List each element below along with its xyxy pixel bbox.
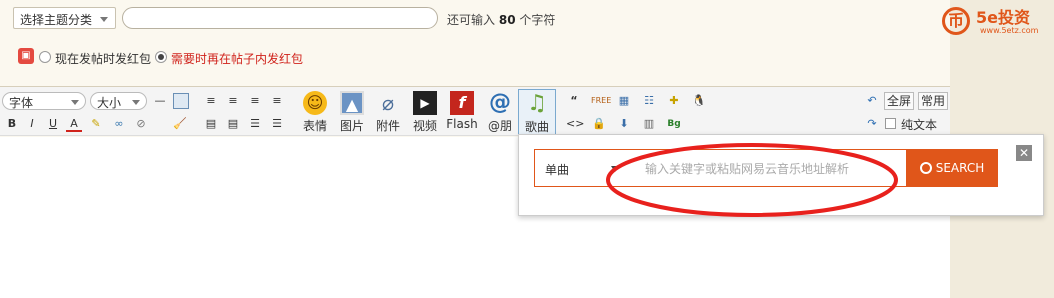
mention-button[interactable]: @ @朋 <box>484 89 516 135</box>
font-size-label: 大小 <box>97 96 122 110</box>
remain-suffix: 个字符 <box>519 13 556 27</box>
editor-toolbar: 字体 大小 — B I U A ✎ ∞ ⊘ 🧹 ≡ ≡ ≡ ≡ ▤ ▤ ☰ ☰ … <box>0 87 950 136</box>
video-label: 视频 <box>412 119 437 133</box>
free-icon[interactable]: FREE <box>591 93 611 109</box>
image-button[interactable]: ▲ 图片 <box>336 89 368 135</box>
common-button[interactable]: 常用 <box>918 92 949 110</box>
qq-icon[interactable]: 🐧 <box>691 93 707 109</box>
music-type-label: 单曲 <box>545 163 570 177</box>
index-icon[interactable]: ▥ <box>641 116 657 132</box>
video-button[interactable]: ▶ 视频 <box>409 89 441 135</box>
clapperboard-icon: ▶ <box>413 91 437 115</box>
undo-icon[interactable]: ↶ <box>864 93 880 109</box>
link-icon[interactable]: ∞ <box>111 116 127 132</box>
highlight-icon[interactable]: ✎ <box>88 116 104 132</box>
float-right-icon[interactable]: ▤ <box>225 116 241 132</box>
table-icon[interactable] <box>173 93 189 109</box>
subject-category-select[interactable]: 选择主题分类 <box>13 7 116 29</box>
underline-button[interactable]: U <box>45 116 61 132</box>
redpack-now-radio[interactable] <box>39 51 51 63</box>
horizontal-rule-icon[interactable]: — <box>152 93 168 109</box>
paperclip-icon: ⌀ <box>381 91 395 115</box>
font-size-select[interactable]: 大小 <box>90 92 147 110</box>
align-justify-icon[interactable]: ≡ <box>269 93 285 109</box>
image-icon: ▲ <box>340 91 364 115</box>
search-icon <box>919 162 932 174</box>
font-family-label: 字体 <box>9 96 34 110</box>
image-label: 图片 <box>339 119 364 133</box>
clear-format-icon[interactable]: 🧹 <box>172 116 188 132</box>
attachment-label: 附件 <box>375 119 400 133</box>
float-left-icon[interactable]: ▤ <box>203 116 219 132</box>
emoji-button[interactable]: ☺ 表情 <box>299 89 331 135</box>
bold-button[interactable]: B <box>4 116 20 132</box>
redpack-later-label: 需要时再在帖子内发红包 <box>171 52 304 66</box>
split-page-icon[interactable]: ☷ <box>641 93 657 109</box>
redpack-now-label: 现在发帖时发红包 <box>55 52 152 66</box>
chevron-down-icon <box>100 17 108 22</box>
close-icon[interactable]: ✕ <box>1016 145 1032 161</box>
align-right-icon[interactable]: ≡ <box>247 93 263 109</box>
annotation-ellipse <box>606 143 898 217</box>
plaintext-label: 纯文本 <box>901 118 938 132</box>
quote-icon[interactable]: “ <box>566 93 582 109</box>
remain-count: 80 <box>498 13 516 27</box>
flash-label: Flash <box>446 117 478 131</box>
align-left-icon[interactable]: ≡ <box>203 93 219 109</box>
font-family-select[interactable]: 字体 <box>2 92 86 110</box>
font-color-button[interactable]: A <box>66 116 82 132</box>
music-button[interactable]: ♫ 歌曲 <box>518 89 556 135</box>
remain-counter: 还可输入 80 个字符 <box>447 11 555 28</box>
logo-site: www.5etz.com <box>980 26 1039 35</box>
code-icon[interactable]: <> <box>566 116 584 132</box>
red-packet-icon: ▣ <box>18 48 34 64</box>
smiley-icon: ☺ <box>303 91 327 115</box>
attachment-button[interactable]: ⌀ 附件 <box>372 89 404 135</box>
page-icon[interactable]: ▦ <box>616 93 632 109</box>
ordered-list-icon[interactable]: ☰ <box>247 116 263 132</box>
music-note-icon: ♫ <box>527 91 547 116</box>
user-add-icon[interactable]: ✚ <box>666 93 682 109</box>
mention-label: @朋 <box>487 119 512 133</box>
lock-icon[interactable]: 🔒 <box>591 116 607 132</box>
align-center-icon[interactable]: ≡ <box>225 93 241 109</box>
redo-icon[interactable]: ↷ <box>864 116 880 132</box>
download-icon[interactable]: ⬇ <box>616 116 632 132</box>
chevron-down-icon <box>132 100 140 105</box>
at-sign-icon: @ <box>489 90 511 115</box>
logo-name: 5e投资 <box>976 8 1030 27</box>
chevron-down-icon <box>71 100 79 105</box>
flash-button[interactable]: f Flash <box>445 89 479 135</box>
fullscreen-button[interactable]: 全屏 <box>884 92 915 110</box>
redpack-later-radio[interactable] <box>155 51 167 63</box>
bg-icon[interactable]: Bg <box>666 116 682 132</box>
remain-prefix: 还可输入 <box>447 13 496 27</box>
music-label: 歌曲 <box>524 120 549 134</box>
music-search-label: SEARCH <box>935 161 985 175</box>
emoji-label: 表情 <box>302 119 327 133</box>
flash-icon: f <box>450 91 474 115</box>
italic-button[interactable]: I <box>24 116 40 132</box>
site-logo[interactable]: 币 5e投资 www.5etz.com <box>942 4 1050 40</box>
unlink-icon[interactable]: ⊘ <box>133 116 149 132</box>
logo-mark-icon: 币 <box>942 7 970 35</box>
subject-category-label: 选择主题分类 <box>20 13 93 27</box>
music-search-button[interactable]: SEARCH <box>906 149 998 187</box>
title-input[interactable] <box>122 7 438 29</box>
unordered-list-icon[interactable]: ☰ <box>269 116 285 132</box>
plaintext-checkbox[interactable] <box>885 118 896 129</box>
